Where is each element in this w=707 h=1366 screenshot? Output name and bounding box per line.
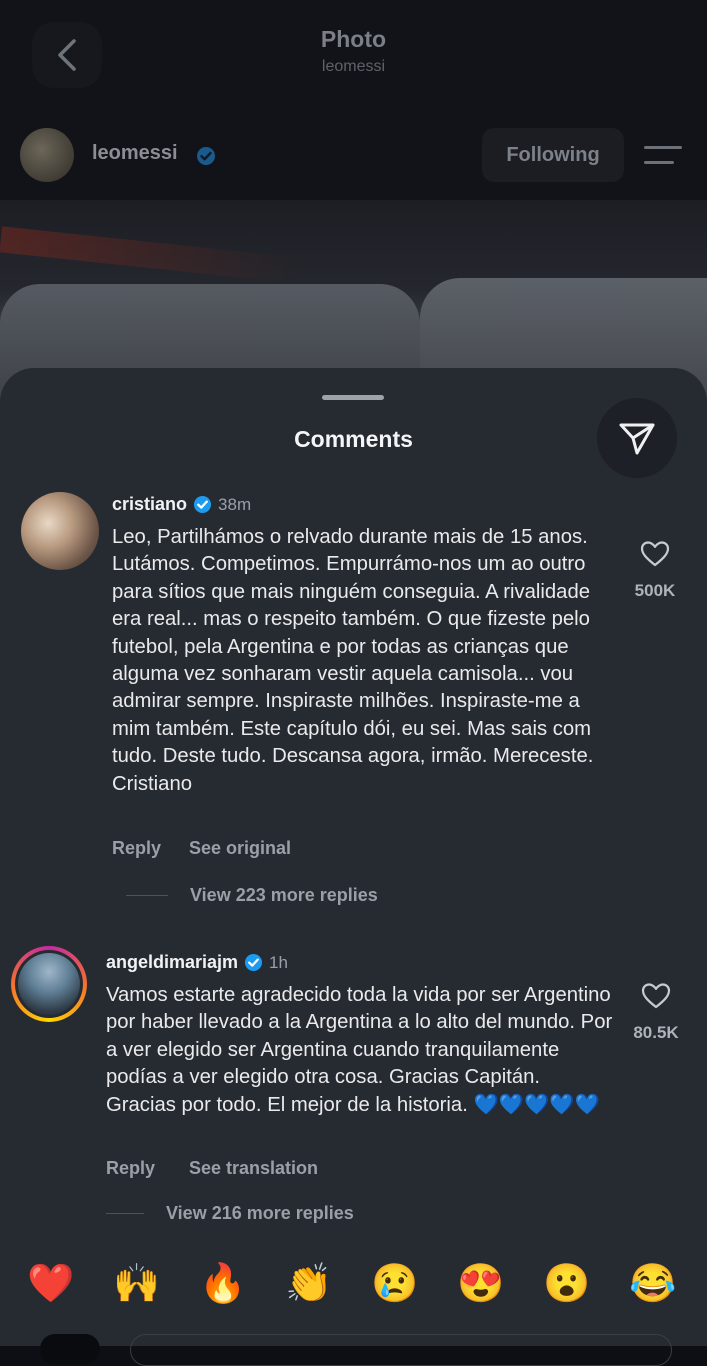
- owner-username[interactable]: leomessi: [92, 142, 178, 165]
- commenter-avatar-story-ring[interactable]: [11, 946, 87, 1022]
- view-replies-label: View 216 more replies: [166, 1203, 354, 1223]
- reaction-surprised[interactable]: 😮: [541, 1258, 593, 1310]
- comment-input[interactable]: [130, 1334, 672, 1366]
- view-replies-link[interactable]: View 216 more replies: [106, 1203, 354, 1224]
- view-replies-link[interactable]: View 223 more replies: [126, 885, 378, 906]
- comment-actions: Reply See original: [112, 838, 291, 859]
- send-icon: [619, 423, 655, 455]
- share-button[interactable]: [597, 398, 677, 478]
- reaction-cry[interactable]: 😢: [369, 1258, 421, 1310]
- see-original-button[interactable]: See original: [189, 838, 291, 859]
- heart-icon[interactable]: [641, 982, 671, 1010]
- comment-time: 38m: [218, 494, 252, 514]
- reaction-heart-eyes[interactable]: 😍: [455, 1258, 507, 1310]
- page-subtitle: leomessi: [321, 58, 386, 75]
- see-translation-button[interactable]: See translation: [189, 1158, 318, 1179]
- comment-header: cristiano 38m: [112, 494, 251, 515]
- following-button[interactable]: Following: [482, 128, 624, 182]
- heart-icon[interactable]: [640, 540, 670, 568]
- reaction-fire[interactable]: 🔥: [197, 1258, 249, 1310]
- commenter-avatar-image: [18, 953, 80, 1015]
- like-control: 500K: [615, 540, 695, 601]
- comment-username[interactable]: cristiano: [112, 494, 187, 515]
- owner-avatar[interactable]: [20, 128, 74, 182]
- comment-actions: Reply See translation: [106, 1158, 318, 1179]
- comment-text: Leo, Partilhámos o relvado durante mais …: [112, 526, 594, 795]
- verified-badge-icon: [244, 953, 263, 972]
- post-header: leomessi Following: [0, 110, 707, 200]
- like-count: 500K: [634, 581, 676, 600]
- comment-header: angeldimariajm 1h: [106, 952, 288, 973]
- like-count: 80.5K: [633, 1023, 679, 1042]
- composer-avatar: [40, 1334, 100, 1364]
- verified-badge-icon: [197, 147, 215, 165]
- reply-button[interactable]: Reply: [106, 1158, 189, 1179]
- reaction-clap[interactable]: 👏: [283, 1258, 335, 1310]
- sheet-grabber[interactable]: [322, 395, 384, 400]
- comment-time: 1h: [269, 952, 288, 972]
- verified-badge-icon: [193, 495, 212, 514]
- reaction-heart[interactable]: ❤️: [25, 1258, 77, 1310]
- page-title: Photo: [320, 26, 387, 52]
- replies-divider: [126, 895, 168, 896]
- reply-button[interactable]: Reply: [112, 838, 189, 859]
- top-bar: Photo leomessi: [0, 0, 707, 110]
- comments-sheet: Comments: [0, 368, 707, 1346]
- quick-reactions-bar: ❤️ 🙌 🔥 👏 😢 😍 😮 😂: [0, 1258, 707, 1314]
- replies-divider: [106, 1213, 144, 1214]
- like-control: 80.5K: [616, 982, 696, 1043]
- comment-text: Vamos estarte agradecido toda la vida po…: [106, 984, 613, 1116]
- view-replies-label: View 223 more replies: [190, 885, 378, 905]
- comment-username[interactable]: angeldimariajm: [106, 952, 238, 973]
- menu-icon[interactable]: [644, 144, 682, 166]
- reaction-raised-hands[interactable]: 🙌: [111, 1258, 163, 1310]
- reaction-laugh[interactable]: 😂: [627, 1258, 679, 1310]
- commenter-avatar[interactable]: [21, 492, 99, 570]
